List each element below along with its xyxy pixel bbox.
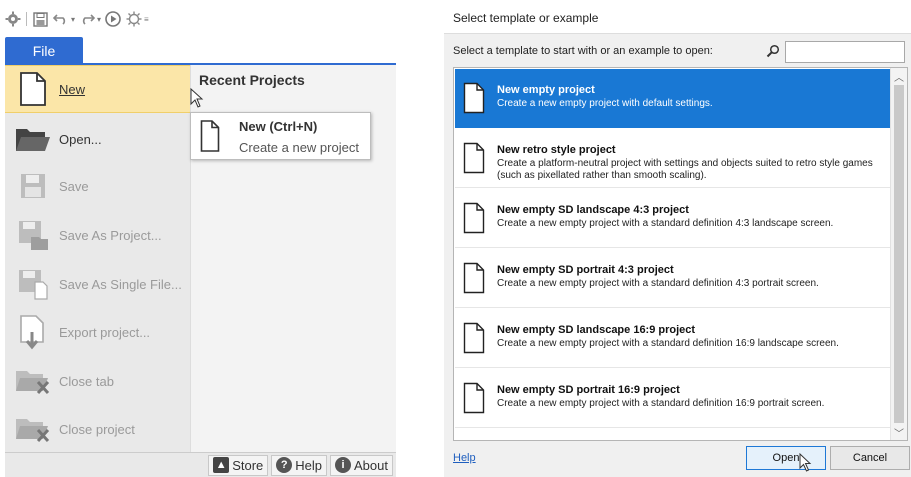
store-button[interactable]: ▲ Store	[208, 454, 269, 476]
document-icon	[463, 262, 485, 294]
template-list-scrollbar[interactable]: ︿ ﹀	[890, 68, 907, 440]
toolbar-separator	[26, 12, 27, 26]
template-item[interactable]: New empty SD portrait 4:3 project Create…	[455, 249, 891, 308]
tooltip-description: Create a new project	[239, 140, 359, 155]
template-item[interactable]: New retro style project Create a platfor…	[455, 129, 891, 188]
template-description: Create a new empty project with a standa…	[497, 278, 819, 289]
save-as-project-icon	[13, 215, 53, 255]
close-project-icon	[13, 409, 53, 449]
search-icon	[766, 44, 780, 58]
menu-item-label: Close tab	[59, 373, 114, 389]
template-description: Create a new empty project with a standa…	[497, 338, 839, 349]
about-label: About	[354, 457, 388, 473]
template-description: Create a platform-neutral project with s…	[497, 158, 873, 181]
menu-item-open[interactable]: Open...	[5, 115, 190, 163]
template-name: New retro style project	[497, 144, 616, 156]
menu-item-label: Save As Single File...	[59, 276, 182, 292]
open-folder-icon	[13, 119, 53, 159]
menu-item-label: Export project...	[59, 324, 151, 340]
template-description: Create a new empty project with a standa…	[497, 398, 825, 409]
open-button[interactable]: Open	[746, 446, 826, 470]
store-label: Store	[232, 457, 264, 473]
mouse-cursor-icon	[799, 452, 812, 472]
redo-icon[interactable]	[78, 10, 96, 28]
scroll-up-icon[interactable]: ︿	[891, 68, 907, 84]
template-name: New empty SD landscape 4:3 project	[497, 204, 689, 216]
template-item[interactable]: New empty project Create a new empty pro…	[455, 69, 891, 128]
tooltip-title: New (Ctrl+N)	[239, 119, 318, 134]
undo-icon[interactable]	[52, 10, 70, 28]
save-as-single-file-icon	[13, 264, 53, 304]
file-menu: New Open... Save Save As Project... Save…	[5, 65, 190, 452]
scroll-down-icon[interactable]: ﹀	[891, 424, 907, 440]
menu-item-export-project[interactable]: Export project...	[5, 308, 190, 356]
help-button[interactable]: ? Help	[271, 454, 328, 476]
template-item[interactable]: New empty SD landscape 16:9 project Crea…	[455, 309, 891, 368]
mouse-cursor-icon	[190, 87, 204, 108]
store-icon: ▲	[213, 457, 230, 473]
template-name: New empty project	[497, 84, 595, 96]
save-icon	[13, 166, 53, 206]
menu-item-label: Save As Project...	[59, 227, 162, 243]
document-icon	[463, 202, 485, 234]
new-document-icon	[200, 119, 220, 153]
customize-toolbar-icon[interactable]: ≡	[144, 15, 149, 24]
scrollbar-thumb[interactable]	[894, 85, 904, 423]
menu-item-label: Save	[59, 178, 89, 194]
menu-item-save-as-single-file[interactable]: Save As Single File...	[5, 260, 190, 308]
debug-layout-icon[interactable]	[125, 10, 143, 28]
template-description: Create a new empty project with a standa…	[497, 218, 834, 229]
dialog-prompt: Select a template to start with or an ex…	[453, 45, 713, 57]
new-document-icon	[13, 69, 53, 109]
template-name: New empty SD portrait 4:3 project	[497, 264, 674, 276]
help-label: Help	[295, 457, 323, 473]
recent-projects-heading: Recent Projects	[199, 72, 305, 88]
about-button[interactable]: i About	[330, 454, 393, 476]
menu-item-new[interactable]: New	[5, 65, 190, 113]
document-icon	[463, 322, 485, 354]
file-menu-footer: ▲ Store ? Help i About	[5, 452, 396, 477]
construct-file-menu-panel: ▾ ▾ ≡ File New Open... Save Save As Proj…	[0, 0, 398, 477]
template-name: New empty SD landscape 16:9 project	[497, 324, 696, 336]
select-template-dialog: Select template or example Select a temp…	[444, 0, 911, 477]
redo-dropdown-icon[interactable]: ▾	[97, 15, 101, 24]
quick-access-toolbar: ▾ ▾ ≡	[4, 6, 149, 32]
cancel-button[interactable]: Cancel	[830, 446, 910, 470]
dialog-titlebar: Select template or example	[444, 0, 911, 34]
template-name: New empty SD portrait 16:9 project	[497, 384, 680, 396]
menu-item-close-tab[interactable]: Close tab	[5, 357, 190, 405]
save-icon[interactable]	[31, 10, 49, 28]
run-layout-icon[interactable]	[104, 10, 122, 28]
app-gear-icon[interactable]	[4, 10, 22, 28]
undo-dropdown-icon[interactable]: ▾	[71, 15, 75, 24]
menu-item-label: Open...	[59, 131, 102, 147]
document-icon	[463, 382, 485, 414]
document-icon	[463, 82, 485, 114]
template-item[interactable]: New empty SD portrait 16:9 project Creat…	[455, 369, 891, 428]
menu-item-label: New	[59, 81, 86, 97]
new-tooltip: New (Ctrl+N) Create a new project	[190, 112, 371, 160]
menu-item-save-as-project[interactable]: Save As Project...	[5, 211, 190, 259]
template-description: Create a new empty project with default …	[497, 98, 713, 109]
document-icon	[463, 142, 485, 174]
template-item[interactable]: New empty SD landscape 4:3 project Creat…	[455, 189, 891, 248]
menu-item-close-project[interactable]: Close project	[5, 405, 190, 453]
file-tab[interactable]: File	[5, 37, 83, 64]
help-link[interactable]: Help	[453, 452, 476, 464]
info-icon: i	[335, 457, 352, 473]
menu-item-save[interactable]: Save	[5, 162, 190, 210]
dialog-title: Select template or example	[453, 11, 599, 25]
template-list: New empty project Create a new empty pro…	[453, 67, 908, 441]
export-project-icon	[13, 312, 53, 352]
help-icon: ?	[276, 457, 293, 473]
close-tab-icon	[13, 361, 53, 401]
menu-item-label: Close project	[59, 421, 135, 437]
search-input[interactable]	[785, 41, 905, 63]
